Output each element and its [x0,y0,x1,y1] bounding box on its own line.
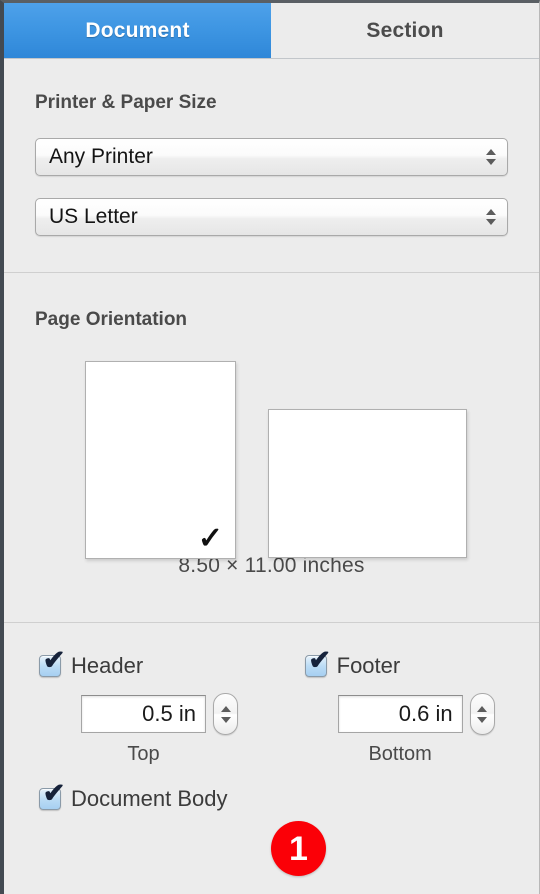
orientation-options: ✓ [4,351,539,559]
chevron-updown-icon [481,199,507,235]
header-margin-input[interactable]: 0.5 in [81,695,206,733]
header-margin-sublabel: Top [127,743,160,765]
printer-paper-section: Printer & Paper Size Any Printer US Lett… [4,59,539,236]
header-checkbox-row[interactable]: ✔ Header [39,647,305,679]
tab-section[interactable]: Section [271,3,539,58]
page-orientation-title: Page Orientation [35,309,188,330]
header-margin-field-row: 0.5 in [39,693,305,735]
orientation-landscape-option[interactable] [268,409,467,558]
footer-margin-field-row: 0.6 in [305,693,539,735]
header-margin-stepper[interactable] [213,693,238,735]
page-orientation-section: Page Orientation ✓ 8.50 × 11.00 inches [4,273,539,578]
footer-margin-sublabel: Bottom [368,743,432,765]
printer-dropdown-value: Any Printer [49,145,153,168]
check-icon: ✓ [197,522,223,555]
annotation-badge-number: 1 [289,829,308,868]
footer-checkbox-label: Footer [336,653,401,678]
margins-section: ✔ Header 0.5 in Top ✔ Footer 0.6 in Bott… [4,623,539,812]
checkbox-checked-icon[interactable]: ✔ [304,647,331,677]
paper-size-dropdown[interactable]: US Letter [35,198,508,236]
header-checkbox-label: Header [71,653,144,678]
paper-size-dropdown-value: US Letter [49,205,138,228]
annotation-badge-1: 1 [271,821,326,876]
tab-section-label: Section [366,18,444,42]
document-settings-panel: Document Section Printer & Paper Size An… [0,0,540,894]
printer-paper-title: Printer & Paper Size [35,92,217,113]
checkbox-checked-icon[interactable]: ✔ [39,780,65,810]
chevron-updown-icon [481,139,507,175]
footer-margin-input[interactable]: 0.6 in [337,695,463,733]
tab-document[interactable]: Document [4,3,271,58]
checkbox-checked-icon[interactable]: ✔ [39,647,65,677]
document-body-checkbox-row[interactable]: ✔ Document Body [4,780,539,812]
tab-bar: Document Section [4,3,539,59]
footer-checkbox-row[interactable]: ✔ Footer [304,647,539,679]
tab-document-label: Document [85,18,190,42]
footer-margin-stepper[interactable] [469,693,495,735]
document-body-checkbox-label: Document Body [71,786,228,811]
printer-dropdown[interactable]: Any Printer [35,138,508,176]
orientation-portrait-option[interactable]: ✓ [85,361,236,559]
